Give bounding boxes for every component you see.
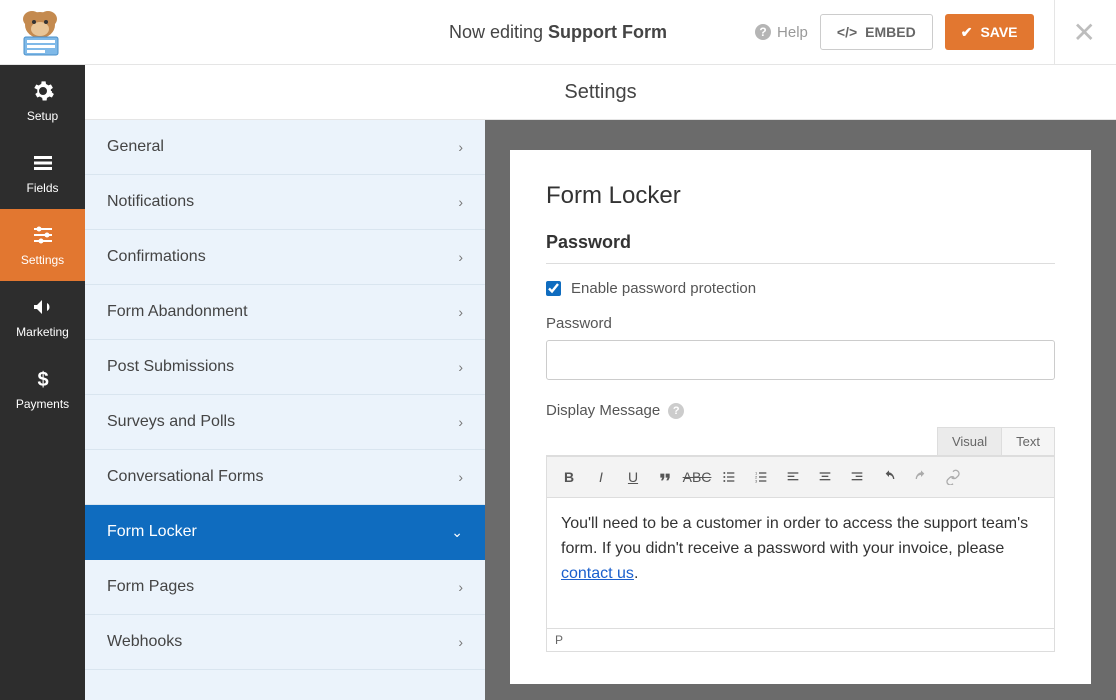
settings-menu: General› Notifications› Confirmations› F…	[85, 120, 485, 700]
close-button[interactable]: ✕	[1054, 0, 1096, 65]
check-icon: ✔	[961, 24, 973, 41]
help-icon[interactable]: ?	[668, 403, 684, 419]
sliders-icon	[31, 223, 55, 247]
editor-content[interactable]: You'll need to be a customer in order to…	[547, 498, 1054, 628]
menu-item-form-abandonment[interactable]: Form Abandonment›	[85, 285, 485, 340]
svg-text:$: $	[37, 369, 48, 391]
chevron-right-icon: ›	[458, 249, 463, 265]
strikethrough-button[interactable]: ABC	[683, 463, 711, 491]
sidebar-item-fields[interactable]: Fields	[0, 137, 85, 209]
sidebar-item-setup[interactable]: Setup	[0, 65, 85, 137]
settings-header: Settings	[85, 65, 1116, 120]
password-label: Password	[546, 315, 1055, 332]
sidebar-item-marketing[interactable]: Marketing	[0, 281, 85, 353]
code-icon: </>	[837, 24, 857, 40]
chevron-right-icon: ›	[458, 579, 463, 595]
contact-us-link[interactable]: contact us	[561, 565, 634, 582]
chevron-right-icon: ›	[458, 414, 463, 430]
form-locker-panel: Form Locker Password Enable password pro…	[510, 150, 1091, 684]
menu-item-confirmations[interactable]: Confirmations›	[85, 230, 485, 285]
chevron-right-icon: ›	[458, 634, 463, 650]
bullhorn-icon	[31, 295, 55, 319]
align-center-button[interactable]	[811, 463, 839, 491]
chevron-right-icon: ›	[458, 139, 463, 155]
chevron-right-icon: ›	[458, 469, 463, 485]
editor-toolbar: B I U ABC 123	[547, 456, 1054, 498]
menu-item-surveys-polls[interactable]: Surveys and Polls›	[85, 395, 485, 450]
password-input[interactable]	[546, 340, 1055, 380]
section-password-title: Password	[546, 232, 1055, 264]
menu-item-post-submissions[interactable]: Post Submissions›	[85, 340, 485, 395]
editor-tab-text[interactable]: Text	[1001, 427, 1055, 455]
chevron-down-icon: ⌄	[451, 524, 463, 541]
numbered-list-button[interactable]: 123	[747, 463, 775, 491]
editor: B I U ABC 123	[546, 455, 1055, 652]
svg-text:3: 3	[755, 478, 758, 483]
panel-title: Form Locker	[546, 182, 1055, 210]
menu-item-form-locker[interactable]: Form Locker⌄	[85, 505, 485, 560]
gear-icon	[31, 79, 55, 103]
help-link[interactable]: ? Help	[755, 24, 808, 41]
menu-item-form-pages[interactable]: Form Pages›	[85, 560, 485, 615]
bullet-list-button[interactable]	[715, 463, 743, 491]
editor-tabs: Visual Text	[546, 427, 1055, 455]
top-bar: Now editing Support Form ? Help </> EMBE…	[0, 0, 1116, 65]
display-message-label: Display Message ?	[546, 402, 1055, 419]
editor-statusbar: P	[547, 628, 1054, 651]
editor-tab-visual[interactable]: Visual	[937, 427, 1002, 455]
icon-sidebar: Setup Fields Settings Marketing $ Paymen…	[0, 65, 85, 700]
sidebar-item-settings[interactable]: Settings	[0, 209, 85, 281]
italic-button[interactable]: I	[587, 463, 615, 491]
underline-button[interactable]: U	[619, 463, 647, 491]
list-icon	[31, 151, 55, 175]
enable-password-checkbox[interactable]	[546, 281, 561, 296]
sidebar-item-payments[interactable]: $ Payments	[0, 353, 85, 425]
embed-button[interactable]: </> EMBED	[820, 14, 933, 50]
chevron-right-icon: ›	[458, 359, 463, 375]
bold-button[interactable]: B	[555, 463, 583, 491]
save-button[interactable]: ✔ SAVE	[945, 14, 1034, 50]
content-wrap: Form Locker Password Enable password pro…	[485, 120, 1116, 700]
undo-button[interactable]	[875, 463, 903, 491]
menu-item-webhooks[interactable]: Webhooks›	[85, 615, 485, 670]
menu-item-notifications[interactable]: Notifications›	[85, 175, 485, 230]
blockquote-button[interactable]	[651, 463, 679, 491]
chevron-right-icon: ›	[458, 194, 463, 210]
link-button[interactable]	[939, 463, 967, 491]
menu-item-conversational-forms[interactable]: Conversational Forms›	[85, 450, 485, 505]
help-icon: ?	[755, 24, 771, 40]
chevron-right-icon: ›	[458, 304, 463, 320]
align-right-button[interactable]	[843, 463, 871, 491]
dollar-icon: $	[31, 367, 55, 391]
menu-item-general[interactable]: General›	[85, 120, 485, 175]
align-left-button[interactable]	[779, 463, 807, 491]
redo-button[interactable]	[907, 463, 935, 491]
enable-password-checkbox-row[interactable]: Enable password protection	[546, 280, 1055, 297]
app-logo	[10, 7, 70, 57]
